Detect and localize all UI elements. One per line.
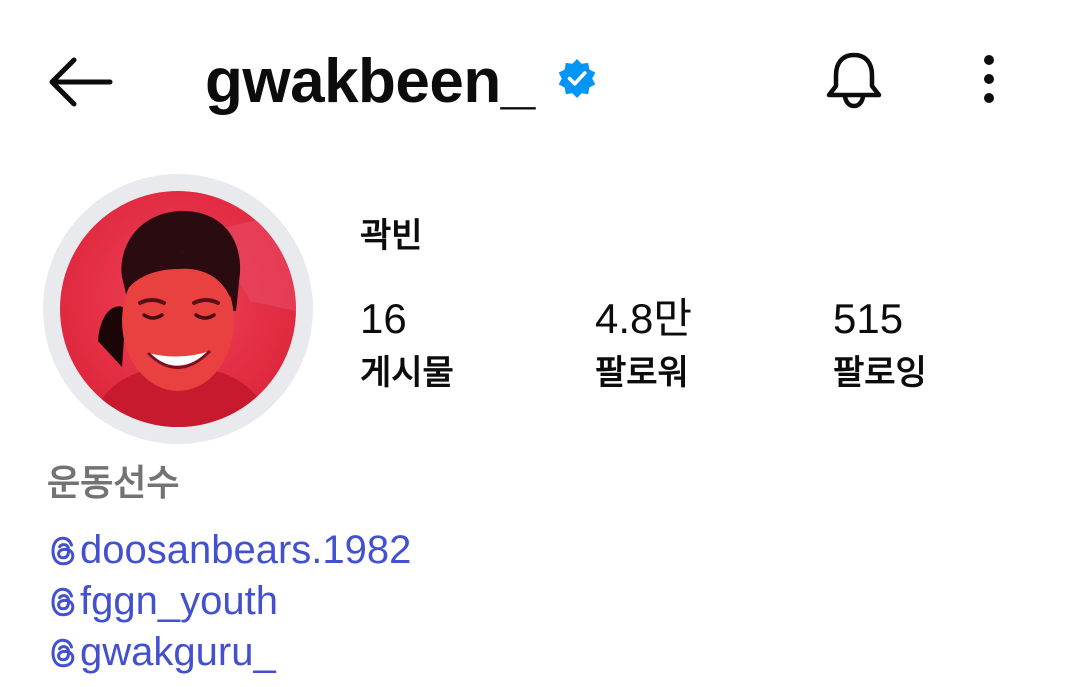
- bell-icon: [826, 52, 882, 109]
- more-vertical-icon: [984, 55, 994, 103]
- threads-link-fggn-youth[interactable]: fggn_youth: [47, 576, 747, 627]
- back-button[interactable]: [40, 50, 120, 114]
- profile-photo: [60, 191, 296, 427]
- following-count: 515: [833, 295, 904, 342]
- following-label: 팔로잉: [833, 353, 927, 393]
- following-stat[interactable]: 515 팔로잉: [833, 292, 927, 398]
- threads-link-doosanbears[interactable]: doosanbears.1982: [47, 525, 747, 576]
- bio-links: doosanbears.1982 fggn_youth gwakguru_: [47, 525, 747, 678]
- verified-badge-icon: [558, 59, 596, 98]
- profile-header: gwakbeen_: [0, 0, 1080, 165]
- followers-count: 4.8만: [595, 295, 693, 342]
- threads-link-gwakguru[interactable]: gwakguru_: [47, 627, 747, 678]
- threads-icon: [51, 587, 75, 617]
- link-text: fggn_youth: [80, 579, 278, 623]
- followers-stat[interactable]: 4.8만 팔로워: [595, 292, 692, 398]
- posts-label: 게시물: [360, 353, 454, 393]
- threads-icon: [51, 638, 75, 668]
- posts-count: 16: [360, 295, 407, 342]
- threads-icon: [51, 536, 75, 566]
- avatar[interactable]: [60, 191, 296, 427]
- back-arrow-icon: [49, 57, 113, 107]
- profile-category: 운동선수: [47, 463, 180, 504]
- followers-label: 팔로워: [595, 353, 689, 393]
- username-title: gwakbeen_: [205, 47, 535, 116]
- posts-stat: 16 게시물: [360, 292, 454, 398]
- more-options-button[interactable]: [965, 50, 1013, 110]
- notifications-button[interactable]: [820, 46, 888, 114]
- link-text: doosanbears.1982: [80, 528, 412, 572]
- display-name: 곽빈: [360, 216, 423, 256]
- link-text: gwakguru_: [80, 630, 276, 674]
